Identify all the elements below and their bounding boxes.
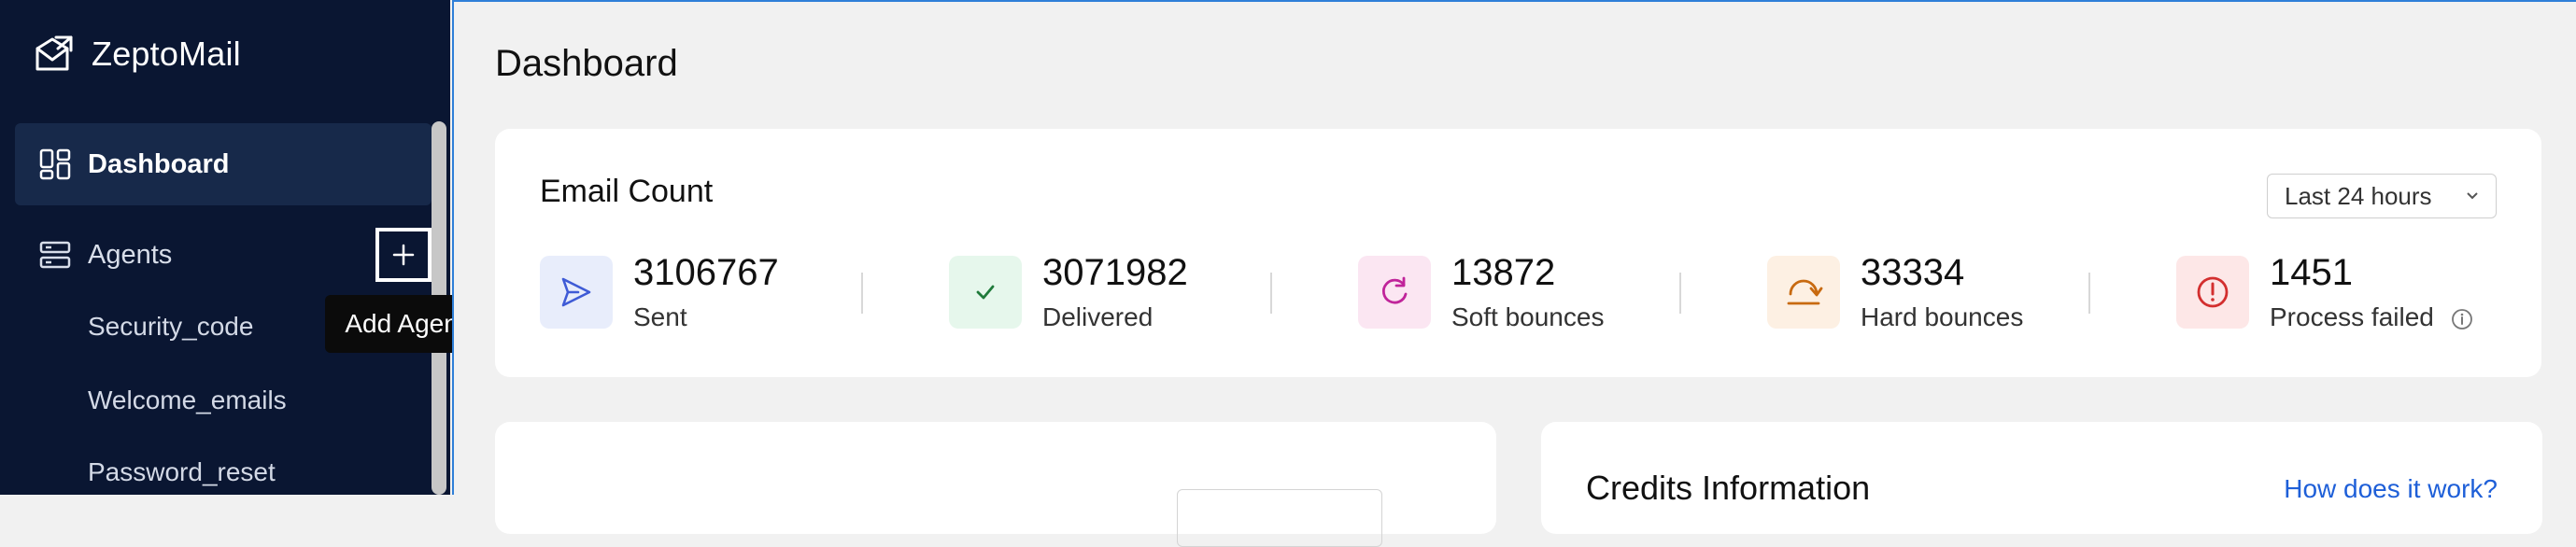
stat-value: 13872	[1451, 252, 1556, 293]
divider	[861, 273, 863, 314]
sidebar-item-label: Dashboard	[88, 148, 230, 179]
plus-icon	[392, 244, 415, 266]
alert-icon	[2176, 256, 2249, 329]
divider	[1679, 273, 1681, 314]
time-range-select[interactable]: Last 24 hours	[2267, 174, 2497, 218]
stat-label-row: Process failed	[2270, 302, 2473, 332]
bounce-icon	[1767, 256, 1840, 329]
stat-value: 3071982	[1042, 252, 1188, 293]
app-name: ZeptoMail	[92, 35, 241, 73]
summary-card	[495, 422, 1496, 547]
agent-item-password-reset[interactable]: Password_reset	[88, 457, 276, 487]
agents-icon	[39, 241, 71, 269]
card-title: Email Count	[540, 174, 714, 209]
stat-value: 33334	[1861, 252, 1965, 293]
chevron-down-icon	[2467, 192, 2478, 200]
send-icon	[540, 256, 613, 329]
agent-item-welcome-emails[interactable]: Welcome_emails	[88, 386, 287, 415]
how-does-it-work-link[interactable]: How does it work?	[2284, 474, 2498, 504]
credits-card: Credits Information How does it work?	[1541, 422, 2542, 534]
stat-value: 1451	[2270, 252, 2353, 293]
agent-item-security-code[interactable]: Security_code	[88, 312, 253, 342]
email-count-card: Email Count Last 24 hours 3106767 Sent 3…	[495, 129, 2541, 377]
filter-select[interactable]	[1177, 489, 1382, 547]
main-content: Dashboard Email Count Last 24 hours 3106…	[452, 0, 2576, 547]
info-icon[interactable]	[2451, 308, 2473, 330]
page-title: Dashboard	[495, 43, 678, 84]
divider	[2088, 273, 2090, 314]
dashboard-icon	[39, 148, 71, 180]
stat-label: Delivered	[1042, 302, 1154, 331]
sidebar-item-label: Agents	[88, 239, 173, 270]
zeptomail-logo-icon	[35, 35, 73, 71]
sidebar-item-dashboard[interactable]: Dashboard	[15, 123, 432, 205]
add-agent-button[interactable]	[375, 228, 432, 282]
app-logo[interactable]: ZeptoMail	[30, 32, 241, 77]
stat-label: Process failed	[2270, 302, 2434, 331]
time-range-value: Last 24 hours	[2285, 181, 2432, 210]
stat-label: Sent	[633, 302, 687, 331]
stat-value: 3106767	[633, 252, 779, 293]
stat-label: Hard bounces	[1861, 302, 2024, 331]
divider	[1270, 273, 1272, 314]
sidebar-item-agents[interactable]: Agents	[15, 227, 432, 283]
stat-label: Soft bounces	[1451, 302, 1605, 331]
refresh-icon	[1358, 256, 1431, 329]
check-icon	[949, 256, 1022, 329]
sidebar: ZeptoMail Dashboard Agents Security_code…	[0, 0, 450, 495]
card-title: Credits Information	[1586, 469, 1871, 507]
